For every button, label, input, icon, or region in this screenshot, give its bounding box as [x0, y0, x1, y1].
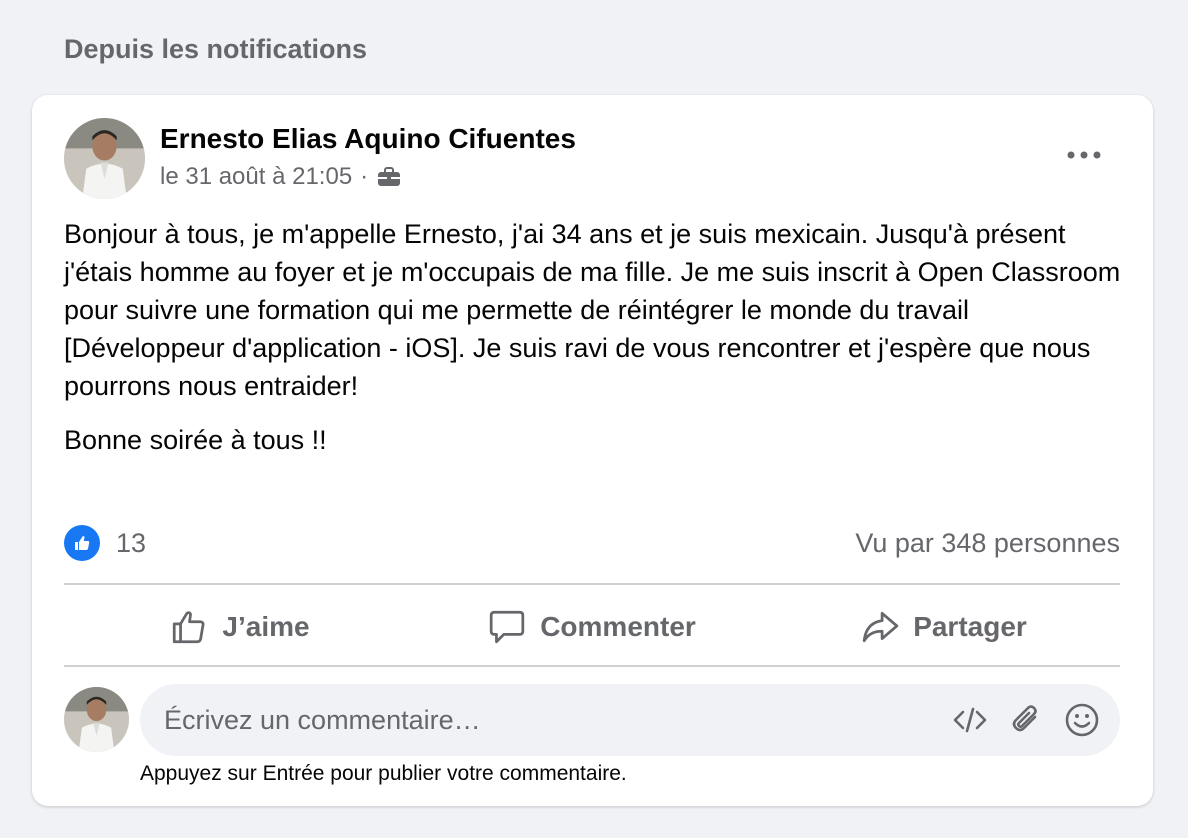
comment-hint: Appuyez sur Entrée pour publier votre co… [140, 762, 627, 785]
more-dots-icon [1067, 151, 1101, 159]
avatar-photo [64, 687, 129, 752]
meta-separator: · [360, 163, 369, 190]
seen-by-count[interactable]: Vu par 348 personnes [855, 528, 1120, 559]
comment-composer [140, 684, 1120, 756]
avatar-photo [64, 118, 145, 199]
paperclip-icon[interactable] [1006, 700, 1046, 740]
share-label: Partager [913, 611, 1027, 642]
author-name[interactable]: Ernesto Elias Aquino Cifuentes [160, 123, 576, 155]
post-meta: le 31 août à 21:05 · [160, 163, 402, 191]
more-options-button[interactable] [1062, 133, 1106, 177]
post-actions: J’aime Commenter Partager [64, 587, 1120, 667]
comment-button[interactable]: Commenter [416, 587, 768, 667]
author-avatar[interactable] [64, 118, 145, 199]
current-user-avatar[interactable] [64, 687, 129, 752]
like-label: J’aime [222, 611, 310, 642]
section-title: Depuis les notifications [64, 34, 368, 64]
post-paragraph: Bonne soirée à tous !! [64, 425, 327, 455]
post-card: Ernesto Elias Aquino Cifuentes le 31 aoû… [32, 95, 1153, 806]
code-icon[interactable] [950, 700, 990, 740]
post-timestamp[interactable]: le 31 août à 21:05 [160, 163, 352, 191]
divider [64, 665, 1120, 667]
share-arrow-icon [862, 611, 899, 643]
comment-bubble-icon [489, 610, 525, 644]
emoji-icon[interactable] [1062, 700, 1102, 740]
divider [64, 583, 1120, 585]
comment-input[interactable] [164, 704, 934, 736]
post-paragraph: Bonjour à tous, je m'appelle Ernesto, j'… [64, 219, 1121, 401]
post-body: Bonjour à tous, je m'appelle Ernesto, j'… [64, 215, 1129, 475]
like-button[interactable]: J’aime [64, 587, 416, 667]
briefcase-icon [376, 166, 402, 188]
share-button[interactable]: Partager [768, 587, 1120, 667]
thumbs-up-icon [173, 611, 205, 644]
comment-label: Commenter [540, 611, 696, 642]
like-reaction-icon[interactable] [64, 525, 100, 561]
reactions-bar: 13 Vu par 348 personnes [64, 523, 1120, 563]
reaction-count[interactable]: 13 [116, 528, 146, 559]
